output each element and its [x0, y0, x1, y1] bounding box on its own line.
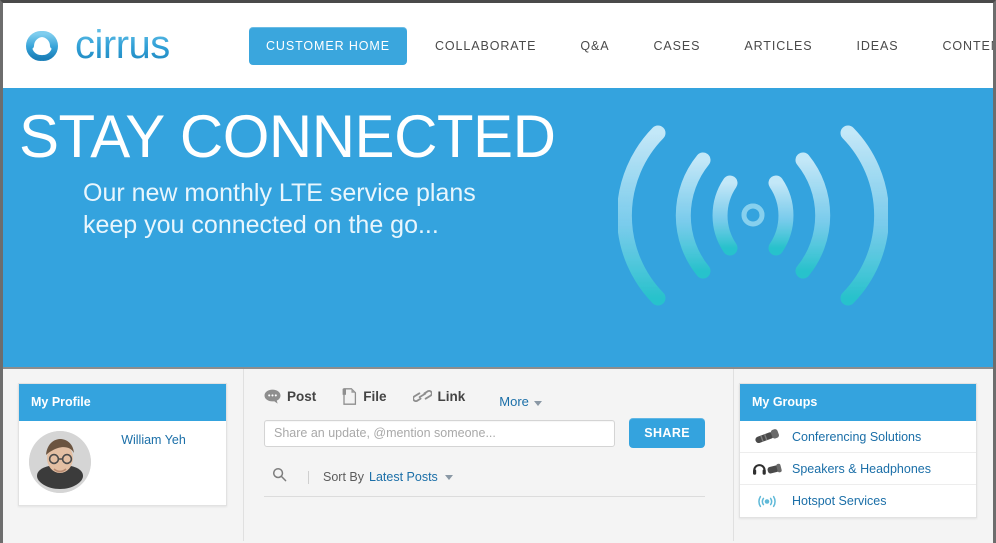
list-item[interactable]: Speakers & Headphones — [740, 453, 976, 485]
user-photo-avatar-icon — [29, 431, 91, 493]
publisher-tabs: Post File Link More — [264, 383, 705, 409]
banner-subtitle-line-2: keep you connected on the go... — [83, 211, 439, 239]
my-profile-card-title: My Profile — [19, 384, 226, 421]
banner-title: STAY CONNECTED — [19, 103, 556, 170]
my-profile-card: My Profile William Yeh — [18, 383, 227, 506]
nav-item-customer-home[interactable]: CUSTOMER HOME — [249, 26, 407, 65]
banner-subtitle: Our new monthly LTE service plans keep y… — [83, 177, 476, 241]
site-header: cirrus CUSTOMER HOME COLLABORATE Q&A CAS… — [3, 3, 993, 88]
publisher-tab-post-label: Post — [287, 388, 317, 404]
left-column: My Profile William Yeh — [3, 369, 244, 541]
browser-page: cirrus CUSTOMER HOME COLLABORATE Q&A CAS… — [0, 0, 996, 543]
chevron-down-icon — [533, 401, 542, 406]
content-area: My Profile William Yeh Post File Link Mo… — [3, 369, 993, 541]
group-label[interactable]: Speakers & Headphones — [792, 462, 931, 476]
nav-item-articles[interactable]: ARTICLES — [722, 31, 834, 61]
profile-user-name[interactable]: William Yeh — [91, 431, 216, 447]
publisher-tab-link[interactable]: Link — [412, 388, 480, 404]
right-column: My Groups Conferencing Solutions Speaker… — [733, 369, 993, 541]
group-label[interactable]: Hotspot Services — [792, 494, 886, 508]
nav-item-collaborate[interactable]: COLLABORATE — [413, 31, 558, 61]
center-column: Post File Link More Share an update, @me… — [244, 369, 733, 541]
share-button[interactable]: SHARE — [629, 418, 705, 448]
share-update-input[interactable] — [264, 419, 616, 447]
chevron-down-icon[interactable] — [444, 474, 453, 480]
publisher-tab-file[interactable]: File — [342, 387, 400, 405]
publisher-more-label: More — [499, 394, 529, 409]
my-groups-card: My Groups Conferencing Solutions Speaker… — [739, 383, 977, 518]
cirrus-logo[interactable]: cirrus — [11, 21, 249, 71]
sort-by-value[interactable]: Latest Posts — [369, 470, 438, 484]
file-page-icon — [342, 387, 357, 405]
publisher-tab-link-label: Link — [437, 388, 466, 404]
nav-item-qa[interactable]: Q&A — [558, 31, 631, 61]
group-label[interactable]: Conferencing Solutions — [792, 430, 921, 444]
nav-item-cases[interactable]: CASES — [631, 31, 722, 61]
infinity-rings-logo-icon — [26, 30, 58, 61]
nav-item-ideas[interactable]: IDEAS — [834, 31, 920, 61]
banner-subtitle-line-1: Our new monthly LTE service plans — [83, 179, 476, 207]
publisher-tab-post[interactable]: Post — [264, 389, 330, 404]
sort-by-label: Sort By — [323, 470, 364, 484]
headphones-speaker-icon — [752, 461, 782, 476]
list-item[interactable]: Conferencing Solutions — [740, 421, 976, 453]
conference-microphone-icon — [752, 429, 782, 444]
nav-item-content[interactable]: CONTENT — [920, 31, 993, 61]
my-profile-body: William Yeh — [19, 421, 226, 505]
publisher-input-row: SHARE — [264, 418, 705, 448]
wifi-hotspot-icon — [752, 494, 782, 509]
avatar[interactable] — [29, 431, 91, 493]
publisher-tab-file-label: File — [363, 388, 387, 404]
feed-toolbar: Sort By Latest Posts — [264, 467, 705, 497]
magnifier-icon[interactable] — [272, 467, 287, 487]
chat-bubble-icon — [264, 389, 281, 404]
toolbar-divider — [308, 470, 309, 484]
list-item[interactable]: Hotspot Services — [740, 485, 976, 517]
wifi-signal-waves-icon — [618, 125, 888, 306]
link-chain-icon — [412, 389, 432, 403]
publisher-more-menu[interactable]: More — [499, 394, 542, 409]
logo-wordmark: cirrus — [75, 22, 170, 67]
my-groups-card-title: My Groups — [740, 384, 976, 421]
main-navigation: CUSTOMER HOME COLLABORATE Q&A CASES ARTI… — [249, 26, 993, 65]
hero-banner: STAY CONNECTED Our new monthly LTE servi… — [3, 88, 993, 369]
